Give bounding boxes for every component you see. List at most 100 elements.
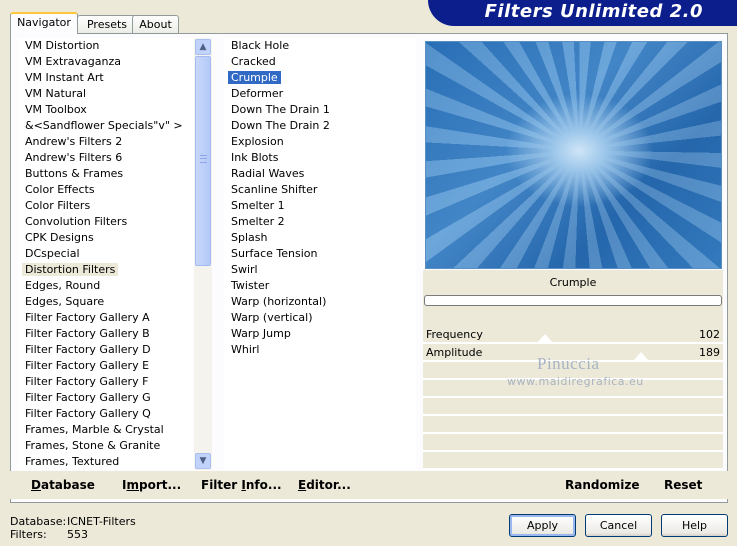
randomize-button[interactable]: Randomize: [565, 478, 639, 492]
category-item[interactable]: Color Effects: [18, 182, 194, 198]
category-item-label: VM Extravaganza: [25, 55, 122, 68]
filter-item[interactable]: Ink Blots: [224, 150, 416, 166]
category-item-label: Filter Factory Gallery Q: [25, 407, 151, 420]
category-item-label: Filter Factory Gallery B: [25, 327, 150, 340]
database-value: ICNET-Filters: [67, 515, 136, 528]
category-item-label: VM Natural: [25, 87, 87, 100]
category-item[interactable]: Filter Factory Gallery D: [18, 342, 194, 358]
watermark-name: Pinuccia: [537, 354, 600, 373]
category-item[interactable]: Distortion Filters: [18, 262, 194, 278]
category-item[interactable]: Edges, Square: [18, 294, 194, 310]
category-item[interactable]: CPK Designs: [18, 230, 194, 246]
filter-item[interactable]: Smelter 1: [224, 198, 416, 214]
cancel-button[interactable]: Cancel: [585, 514, 652, 537]
tab-presets[interactable]: Presets: [77, 15, 137, 34]
scroll-thumb[interactable]: [195, 56, 211, 266]
filter-item[interactable]: Crumple: [224, 70, 416, 86]
filter-item[interactable]: Splash: [224, 230, 416, 246]
filter-item-label: Down The Drain 2: [231, 119, 330, 132]
category-item[interactable]: Convolution Filters: [18, 214, 194, 230]
category-item[interactable]: &<Sandflower Specials"v" >: [18, 118, 194, 134]
filter-item[interactable]: Whirl: [224, 342, 416, 358]
slider-knob-icon[interactable]: [537, 334, 553, 343]
category-item[interactable]: VM Natural: [18, 86, 194, 102]
filter-info-button[interactable]: Filter Info...: [201, 478, 282, 492]
category-item-label: Edges, Square: [25, 295, 105, 308]
category-item[interactable]: Frames, Stone & Granite: [18, 438, 194, 454]
category-item[interactable]: Filter Factory Gallery B: [18, 326, 194, 342]
filter-item-label: Smelter 2: [231, 215, 285, 228]
filter-item[interactable]: Warp (horizontal): [224, 294, 416, 310]
filters-label: Filters:: [10, 528, 47, 541]
database-button[interactable]: Database: [31, 478, 95, 492]
filter-item-label: Cracked: [231, 55, 276, 68]
category-item-label: &<Sandflower Specials"v" >: [25, 119, 183, 132]
tab-about[interactable]: About: [132, 15, 179, 34]
scroll-down-button[interactable]: ▼: [195, 453, 211, 469]
filter-list[interactable]: Black Hole Cracked Crumple Deformer Down The…: [224, 38, 416, 470]
filter-item[interactable]: Surface Tension: [224, 246, 416, 262]
category-item-label: Filter Factory Gallery D: [25, 343, 151, 356]
category-item[interactable]: Buttons & Frames: [18, 166, 194, 182]
button-label: port...: [138, 478, 182, 492]
filter-item-label: Radial Waves: [231, 167, 305, 180]
apply-button[interactable]: Apply: [509, 514, 576, 537]
category-item[interactable]: VM Instant Art: [18, 70, 194, 86]
slider-frequency[interactable]: Frequency 102: [423, 326, 723, 344]
filter-item[interactable]: Down The Drain 1: [224, 102, 416, 118]
import-button[interactable]: Import...: [122, 478, 181, 492]
filter-item[interactable]: Twister: [224, 278, 416, 294]
category-item[interactable]: Color Filters: [18, 198, 194, 214]
category-item[interactable]: Filter Factory Gallery Q: [18, 406, 194, 422]
category-item[interactable]: Filter Factory Gallery F: [18, 374, 194, 390]
category-scrollbar[interactable]: ▲ ▼: [194, 38, 212, 470]
watermark-url: www.maidiregrafica.eu: [507, 375, 644, 388]
category-item[interactable]: VM Distortion: [18, 38, 194, 54]
category-item[interactable]: Filter Factory Gallery G: [18, 390, 194, 406]
editor-button[interactable]: Editor...: [298, 478, 351, 492]
filter-item-label: Black Hole: [231, 39, 290, 52]
filter-item-label: Surface Tension: [231, 247, 318, 260]
slider-knob-icon[interactable]: [633, 352, 649, 361]
filter-item[interactable]: Cracked: [224, 54, 416, 70]
category-item[interactable]: DCspecial: [18, 246, 194, 262]
filter-item[interactable]: Radial Waves: [224, 166, 416, 182]
filter-item-label: Swirl: [231, 263, 258, 276]
category-item[interactable]: Filter Factory Gallery A: [18, 310, 194, 326]
slider-label: Amplitude: [426, 346, 483, 359]
scroll-up-button[interactable]: ▲: [195, 39, 211, 55]
category-item[interactable]: Andrew's Filters 6: [18, 150, 194, 166]
filter-item[interactable]: Swirl: [224, 262, 416, 278]
filter-item[interactable]: Warp Jump: [224, 326, 416, 342]
filter-item[interactable]: Deformer: [224, 86, 416, 102]
progress-bar: [424, 295, 722, 306]
category-item[interactable]: Andrew's Filters 2: [18, 134, 194, 150]
filter-item[interactable]: Down The Drain 2: [224, 118, 416, 134]
tab-about-label: About: [139, 18, 172, 31]
category-item[interactable]: Frames, Textured: [18, 454, 194, 470]
category-list[interactable]: VM Distortion VM Extravaganza VM Instant A…: [18, 38, 194, 470]
filter-item[interactable]: Black Hole: [224, 38, 416, 54]
preview-image: [425, 41, 722, 269]
filter-item[interactable]: Scanline Shifter: [224, 182, 416, 198]
filter-item[interactable]: Smelter 2: [224, 214, 416, 230]
slider-empty: [423, 452, 723, 470]
reset-button[interactable]: Reset: [664, 478, 702, 492]
slider-value: 189: [699, 346, 720, 359]
category-item[interactable]: Edges, Round: [18, 278, 194, 294]
filter-item-label: Warp (horizontal): [231, 295, 327, 308]
category-item-label: Color Effects: [25, 183, 95, 196]
filter-item-label: Down The Drain 1: [231, 103, 330, 116]
category-item[interactable]: VM Extravaganza: [18, 54, 194, 70]
filter-item[interactable]: Explosion: [224, 134, 416, 150]
tab-navigator[interactable]: Navigator: [10, 12, 78, 34]
help-button[interactable]: Help: [661, 514, 728, 537]
category-item-label: Filter Factory Gallery E: [25, 359, 150, 372]
slider-list: Frequency 102 Amplitude 189: [423, 326, 723, 488]
slider-empty: [423, 398, 723, 416]
category-item[interactable]: VM Toolbox: [18, 102, 194, 118]
category-item-label: Andrew's Filters 2: [25, 135, 123, 148]
category-item[interactable]: Filter Factory Gallery E: [18, 358, 194, 374]
category-item[interactable]: Frames, Marble & Crystal: [18, 422, 194, 438]
filter-item[interactable]: Warp (vertical): [224, 310, 416, 326]
